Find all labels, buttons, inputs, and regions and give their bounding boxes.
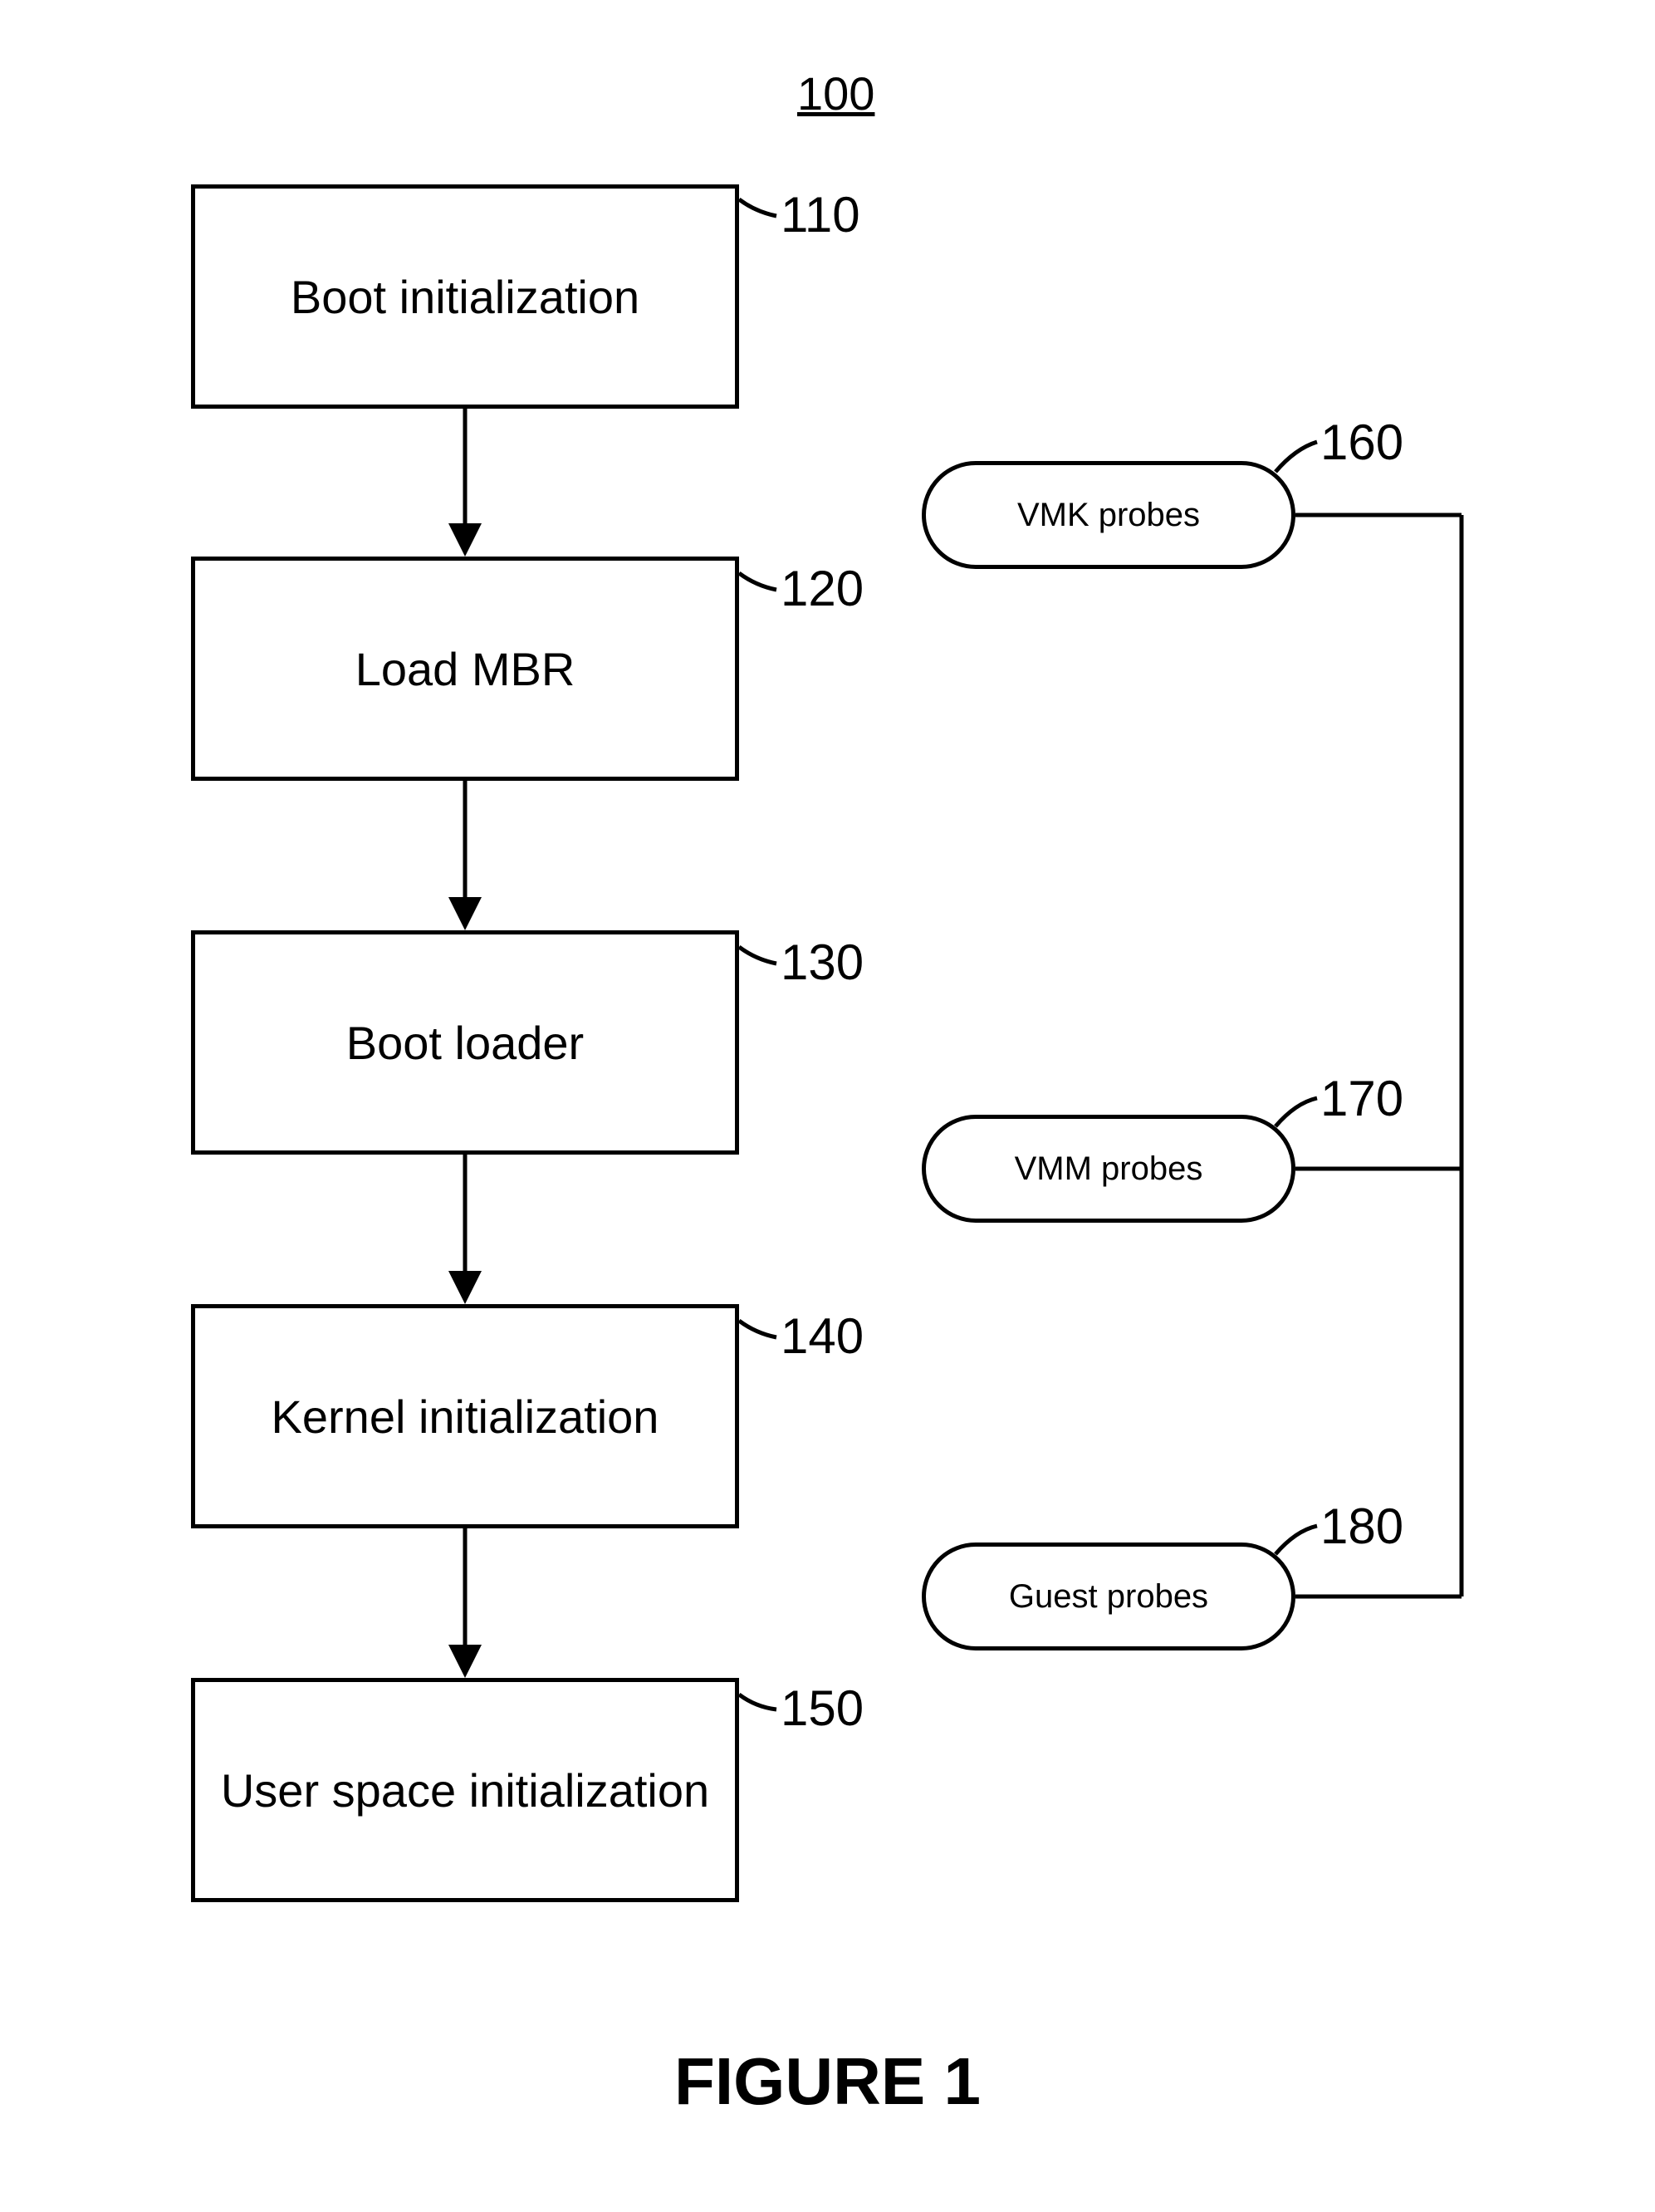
- ref-num-140: 140: [781, 1307, 864, 1365]
- diagram-canvas: 100 Boot initialization 110 Load MBR 120…: [0, 0, 1655, 2212]
- box-boot-loader: Boot loader: [191, 930, 739, 1155]
- ref-num-160: 160: [1320, 414, 1403, 471]
- pill-vmm-probes: VMM probes: [922, 1115, 1295, 1223]
- pill-label: Guest probes: [1009, 1578, 1208, 1616]
- ref-num-120: 120: [781, 560, 864, 617]
- box-kernel-initialization: Kernel initialization: [191, 1304, 739, 1528]
- box-boot-initialization: Boot initialization: [191, 184, 739, 409]
- box-label: User space initialization: [221, 1763, 709, 1817]
- figure-caption: FIGURE 1: [0, 2043, 1655, 2120]
- box-label: Kernel initialization: [272, 1390, 659, 1444]
- box-label: Boot loader: [346, 1016, 584, 1070]
- box-label: Load MBR: [355, 642, 575, 696]
- ref-num-130: 130: [781, 934, 864, 991]
- pill-label: VMM probes: [1015, 1150, 1203, 1188]
- pill-guest-probes: Guest probes: [922, 1543, 1295, 1650]
- box-load-mbr: Load MBR: [191, 557, 739, 781]
- ref-num-170: 170: [1320, 1070, 1403, 1127]
- figure-number: 100: [797, 66, 874, 120]
- box-label: Boot initialization: [291, 270, 639, 324]
- pill-label: VMK probes: [1017, 497, 1200, 534]
- box-user-space-initialization: User space initialization: [191, 1678, 739, 1902]
- pill-vmk-probes: VMK probes: [922, 461, 1295, 569]
- ref-num-110: 110: [781, 186, 860, 243]
- ref-num-150: 150: [781, 1680, 864, 1737]
- ref-num-180: 180: [1320, 1498, 1403, 1555]
